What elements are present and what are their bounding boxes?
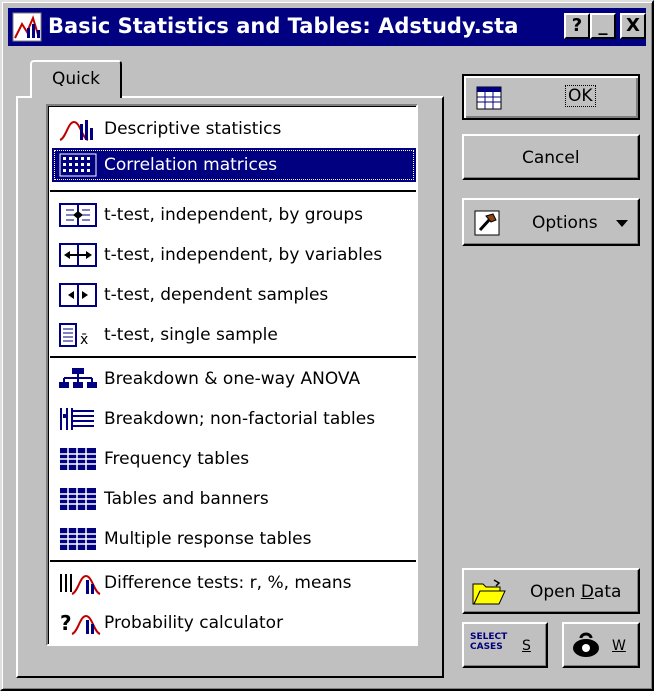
list-item-label: Difference tests: r, %, means [104,573,352,593]
breakdown-table-icon [60,408,94,430]
svg-text:x̄: x̄ [80,332,88,348]
list-item-label: Correlation matrices [104,155,278,175]
select-cases-key: S [522,638,531,654]
list-separator [50,356,416,358]
list-item-multiple-response[interactable]: Multiple response tables [52,522,416,556]
list-item-label: t-test, dependent samples [104,285,329,305]
svg-text:?: ? [60,611,72,635]
list-item-label: Probability calculator [104,613,284,633]
grid-icon [60,448,96,470]
histogram-icon [59,120,93,141]
options-label: Options [532,213,598,233]
list-item-t-test-single[interactable]: x̄ t-test, single sample [52,318,416,352]
folder-icon [472,579,506,605]
minimize-button[interactable]: _ [590,13,616,39]
analysis-list[interactable]: Descriptive statistics Correlation matri… [46,104,418,646]
list-item-label: Frequency tables [104,449,250,469]
t-test-dependent-icon [59,283,97,307]
list-item-difference-tests[interactable]: Difference tests: r, %, means [52,566,416,600]
list-item-frequency-tables[interactable]: Frequency tables [52,442,416,476]
options-button[interactable]: Options [462,198,640,246]
grid-icon [60,528,96,550]
title-bar[interactable]: Basic Statistics and Tables: Adstudy.sta… [8,8,646,46]
spreadsheet-icon [476,86,502,110]
list-item-label: Tables and banners [104,489,269,509]
list-item-label: Breakdown; non-factorial tables [104,409,376,429]
list-item-label: Multiple response tables [104,529,312,549]
help-button[interactable]: ? [564,13,590,39]
list-item-probability-calculator[interactable]: ? Probability calculator [52,606,416,640]
list-item-breakdown-anova[interactable]: Breakdown & one-way ANOVA [52,362,416,396]
close-button[interactable]: X [620,13,646,39]
tab-quick[interactable]: Quick [30,60,122,98]
dialog-window: Basic Statistics and Tables: Adstudy.sta… [0,0,654,691]
tree-icon [59,368,97,388]
list-item-label: t-test, independent, by variables [104,245,383,265]
select-cases-icon-line1: SELECT [470,632,508,642]
list-item-tables-banners[interactable]: Tables and banners [52,482,416,516]
open-data-label-prefix: Open [530,582,581,602]
cancel-button[interactable]: Cancel [462,134,640,180]
hammer-icon [474,210,500,236]
probability-icon: ? [60,611,101,635]
t-test-groups-icon [59,203,97,227]
weight-key: W [612,638,626,654]
ok-button[interactable]: OK [462,74,640,120]
open-data-label: Open Data [530,582,621,602]
t-test-variables-icon [59,243,97,267]
list-item-t-test-groups[interactable]: t-test, independent, by groups [52,198,416,232]
select-cases-button[interactable]: SELECT CASES S [462,622,548,668]
list-item-label: t-test, independent, by groups [104,205,364,225]
weight-icon [573,632,599,657]
list-separator [50,190,416,192]
grid-icon [60,488,96,510]
list-item-t-test-dependent[interactable]: t-test, dependent samples [52,278,416,312]
select-cases-icon: SELECT CASES [470,632,507,652]
select-cases-icon-line2: CASES [470,642,503,652]
window-title: Basic Statistics and Tables: Adstudy.sta [48,14,519,38]
ok-label: OK [565,85,596,107]
list-item-descriptive-statistics[interactable]: Descriptive statistics [52,112,416,146]
open-data-mnemonic: D [580,582,594,602]
difference-icon [60,574,101,595]
open-data-button[interactable]: Open Data [462,568,640,614]
list-item-label: Descriptive statistics [104,119,282,139]
list-item-breakdown-tables[interactable]: Breakdown; non-factorial tables [52,402,416,436]
list-item-label: Breakdown & one-way ANOVA [104,369,361,389]
app-icon [12,12,42,42]
open-data-label-suffix: ata [593,582,622,602]
list-separator [50,560,416,562]
cancel-label: Cancel [522,148,580,168]
list-item-t-test-variables[interactable]: t-test, independent, by variables [52,238,416,272]
chevron-down-icon [616,220,628,227]
list-item-label: t-test, single sample [104,325,278,345]
list-item-correlation-matrices[interactable]: Correlation matrices [52,148,416,182]
t-test-single-icon: x̄ [59,323,88,348]
matrix-icon [59,153,97,177]
weight-button[interactable]: W [562,622,640,668]
